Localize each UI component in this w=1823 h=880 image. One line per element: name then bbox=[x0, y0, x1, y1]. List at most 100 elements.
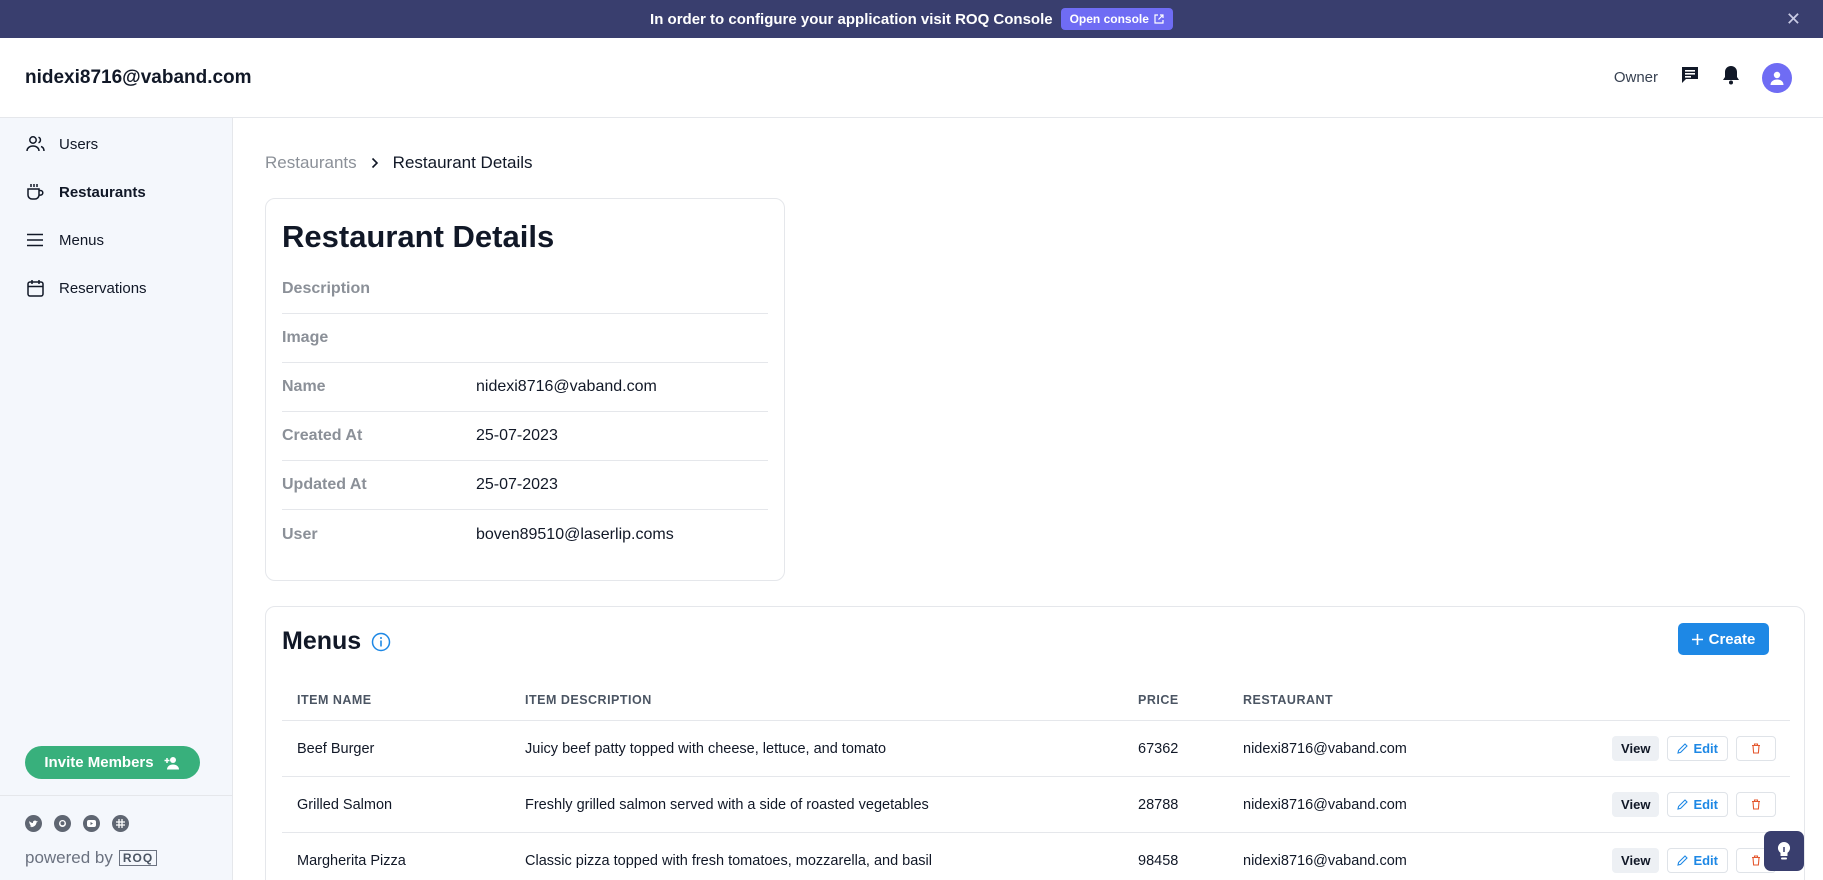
breadcrumb-restaurants[interactable]: Restaurants bbox=[265, 153, 357, 173]
config-banner: In order to configure your application v… bbox=[0, 0, 1823, 38]
detail-key: User bbox=[282, 525, 318, 543]
users-icon bbox=[25, 134, 45, 154]
sidebar-item-menus[interactable]: Menus bbox=[0, 216, 232, 264]
view-button[interactable]: View bbox=[1612, 736, 1660, 761]
details-title: Restaurant Details bbox=[282, 219, 555, 254]
app-title: nidexi8716@vaband.com bbox=[25, 66, 252, 88]
detail-row-name: Name nidexi8716@vaband.com bbox=[282, 363, 768, 412]
github-icon[interactable] bbox=[54, 815, 71, 832]
cell-item-description: Freshly grilled salmon served with a sid… bbox=[525, 796, 929, 813]
chevron-right-icon bbox=[371, 157, 378, 169]
edit-label: Edit bbox=[1693, 741, 1718, 756]
sidebar-item-users[interactable]: Users bbox=[0, 120, 232, 168]
detail-row-description: Description bbox=[282, 265, 768, 314]
social-links bbox=[25, 815, 129, 832]
table-header: ITEM NAME ITEM DESCRIPTION PRICE RESTAUR… bbox=[282, 679, 1790, 721]
cell-restaurant: nidexi8716@vaband.com bbox=[1243, 740, 1407, 757]
detail-row-image: Image bbox=[282, 314, 768, 363]
youtube-icon[interactable] bbox=[83, 815, 100, 832]
detail-value: 25-07-2023 bbox=[476, 476, 558, 493]
sidebar-divider bbox=[0, 795, 233, 796]
pencil-icon bbox=[1677, 855, 1689, 866]
edit-button[interactable]: Edit bbox=[1667, 736, 1728, 761]
calendar-icon bbox=[25, 278, 45, 298]
column-header: ITEM NAME bbox=[297, 692, 372, 707]
detail-value: 25-07-2023 bbox=[476, 427, 558, 444]
create-label: Create bbox=[1708, 630, 1756, 648]
person-icon bbox=[1770, 71, 1784, 85]
cell-restaurant: nidexi8716@vaband.com bbox=[1243, 796, 1407, 813]
sidebar-item-label: Reservations bbox=[59, 279, 147, 297]
main-content: Restaurants Restaurant Details Restauran… bbox=[234, 118, 1823, 880]
sidebar-item-reservations[interactable]: Reservations bbox=[0, 264, 232, 312]
column-header: ITEM DESCRIPTION bbox=[525, 692, 652, 707]
open-console-button[interactable]: Open console bbox=[1060, 8, 1173, 30]
invite-members-label: Invite Members bbox=[44, 754, 154, 771]
sidebar-item-label: Users bbox=[59, 135, 99, 153]
detail-key: Description bbox=[282, 280, 371, 297]
help-widget-button[interactable] bbox=[1764, 831, 1804, 871]
cell-item-name: Grilled Salmon bbox=[297, 796, 393, 813]
cell-price: 67362 bbox=[1138, 740, 1179, 757]
cell-price: 98458 bbox=[1138, 852, 1179, 869]
cell-item-name: Beef Burger bbox=[297, 740, 375, 757]
table-row: Grilled Salmon Freshly grilled salmon se… bbox=[282, 777, 1790, 833]
roq-logo[interactable]: ROQ bbox=[118, 850, 158, 866]
delete-button[interactable] bbox=[1736, 792, 1776, 817]
detail-key: Image bbox=[282, 329, 329, 346]
create-menu-button[interactable]: Create bbox=[1678, 623, 1769, 655]
cup-icon bbox=[25, 182, 45, 202]
sidebar-item-restaurants[interactable]: Restaurants bbox=[0, 168, 232, 216]
open-console-label: Open console bbox=[1069, 12, 1149, 26]
role-label: Owner bbox=[1613, 69, 1658, 86]
cell-item-name: Margherita Pizza bbox=[297, 852, 406, 869]
sidebar: Users Restaurants Menus Reservations Inv… bbox=[0, 118, 233, 880]
table-row: Margherita Pizza Classic pizza topped wi… bbox=[282, 833, 1790, 880]
column-header: PRICE bbox=[1138, 692, 1179, 707]
chat-icon[interactable] bbox=[1680, 65, 1700, 90]
edit-label: Edit bbox=[1693, 797, 1718, 812]
detail-value: nidexi8716@vaband.com bbox=[476, 378, 657, 395]
detail-value: boven89510@laserlip.coms bbox=[476, 525, 674, 543]
detail-row-updated-at: Updated At 25-07-2023 bbox=[282, 461, 768, 510]
banner-message: In order to configure your application v… bbox=[650, 10, 1053, 28]
menu-lines-icon bbox=[25, 230, 45, 250]
row-actions: View Edit bbox=[1553, 792, 1790, 817]
add-user-icon bbox=[164, 756, 179, 769]
delete-button[interactable] bbox=[1736, 736, 1776, 761]
cell-price: 28788 bbox=[1138, 796, 1179, 813]
cell-restaurant: nidexi8716@vaband.com bbox=[1243, 852, 1407, 869]
info-icon[interactable] bbox=[371, 632, 391, 652]
menus-card: Menus Create ITEM NAME ITEM DESCRIPTION … bbox=[265, 606, 1805, 880]
edit-button[interactable]: Edit bbox=[1667, 848, 1728, 873]
detail-row-user: User boven89510@laserlip.coms bbox=[282, 510, 768, 559]
menus-table: ITEM NAME ITEM DESCRIPTION PRICE RESTAUR… bbox=[282, 679, 1790, 880]
restaurant-details-card: Restaurant Details Description Image Nam… bbox=[265, 198, 785, 581]
trash-icon bbox=[1752, 743, 1760, 754]
slack-icon[interactable] bbox=[112, 815, 129, 832]
powered-by: powered by ROQ bbox=[25, 848, 158, 868]
view-button[interactable]: View bbox=[1612, 792, 1660, 817]
plus-icon bbox=[1691, 633, 1703, 645]
detail-key: Updated At bbox=[282, 476, 367, 493]
invite-members-button[interactable]: Invite Members bbox=[25, 746, 200, 779]
lightbulb-icon bbox=[1777, 841, 1791, 860]
edit-label: Edit bbox=[1693, 853, 1718, 868]
twitter-icon[interactable] bbox=[25, 815, 42, 832]
cell-item-description: Classic pizza topped with fresh tomatoes… bbox=[525, 852, 932, 869]
trash-icon bbox=[1752, 855, 1760, 866]
breadcrumb-current: Restaurant Details bbox=[392, 153, 533, 172]
view-button[interactable]: View bbox=[1612, 848, 1660, 873]
detail-key: Created At bbox=[282, 427, 363, 444]
external-link-icon bbox=[1154, 14, 1164, 24]
pencil-icon bbox=[1677, 743, 1689, 754]
column-header: RESTAURANT bbox=[1243, 692, 1334, 707]
sidebar-item-label: Menus bbox=[59, 231, 105, 249]
menus-title-text: Menus bbox=[282, 627, 362, 655]
menus-title: Menus bbox=[282, 627, 391, 656]
user-avatar[interactable] bbox=[1762, 62, 1792, 93]
banner-close-icon[interactable]: ✕ bbox=[1786, 9, 1801, 30]
cell-item-description: Juicy beef patty topped with cheese, let… bbox=[525, 740, 887, 757]
edit-button[interactable]: Edit bbox=[1667, 792, 1728, 817]
bell-icon[interactable] bbox=[1722, 65, 1740, 90]
